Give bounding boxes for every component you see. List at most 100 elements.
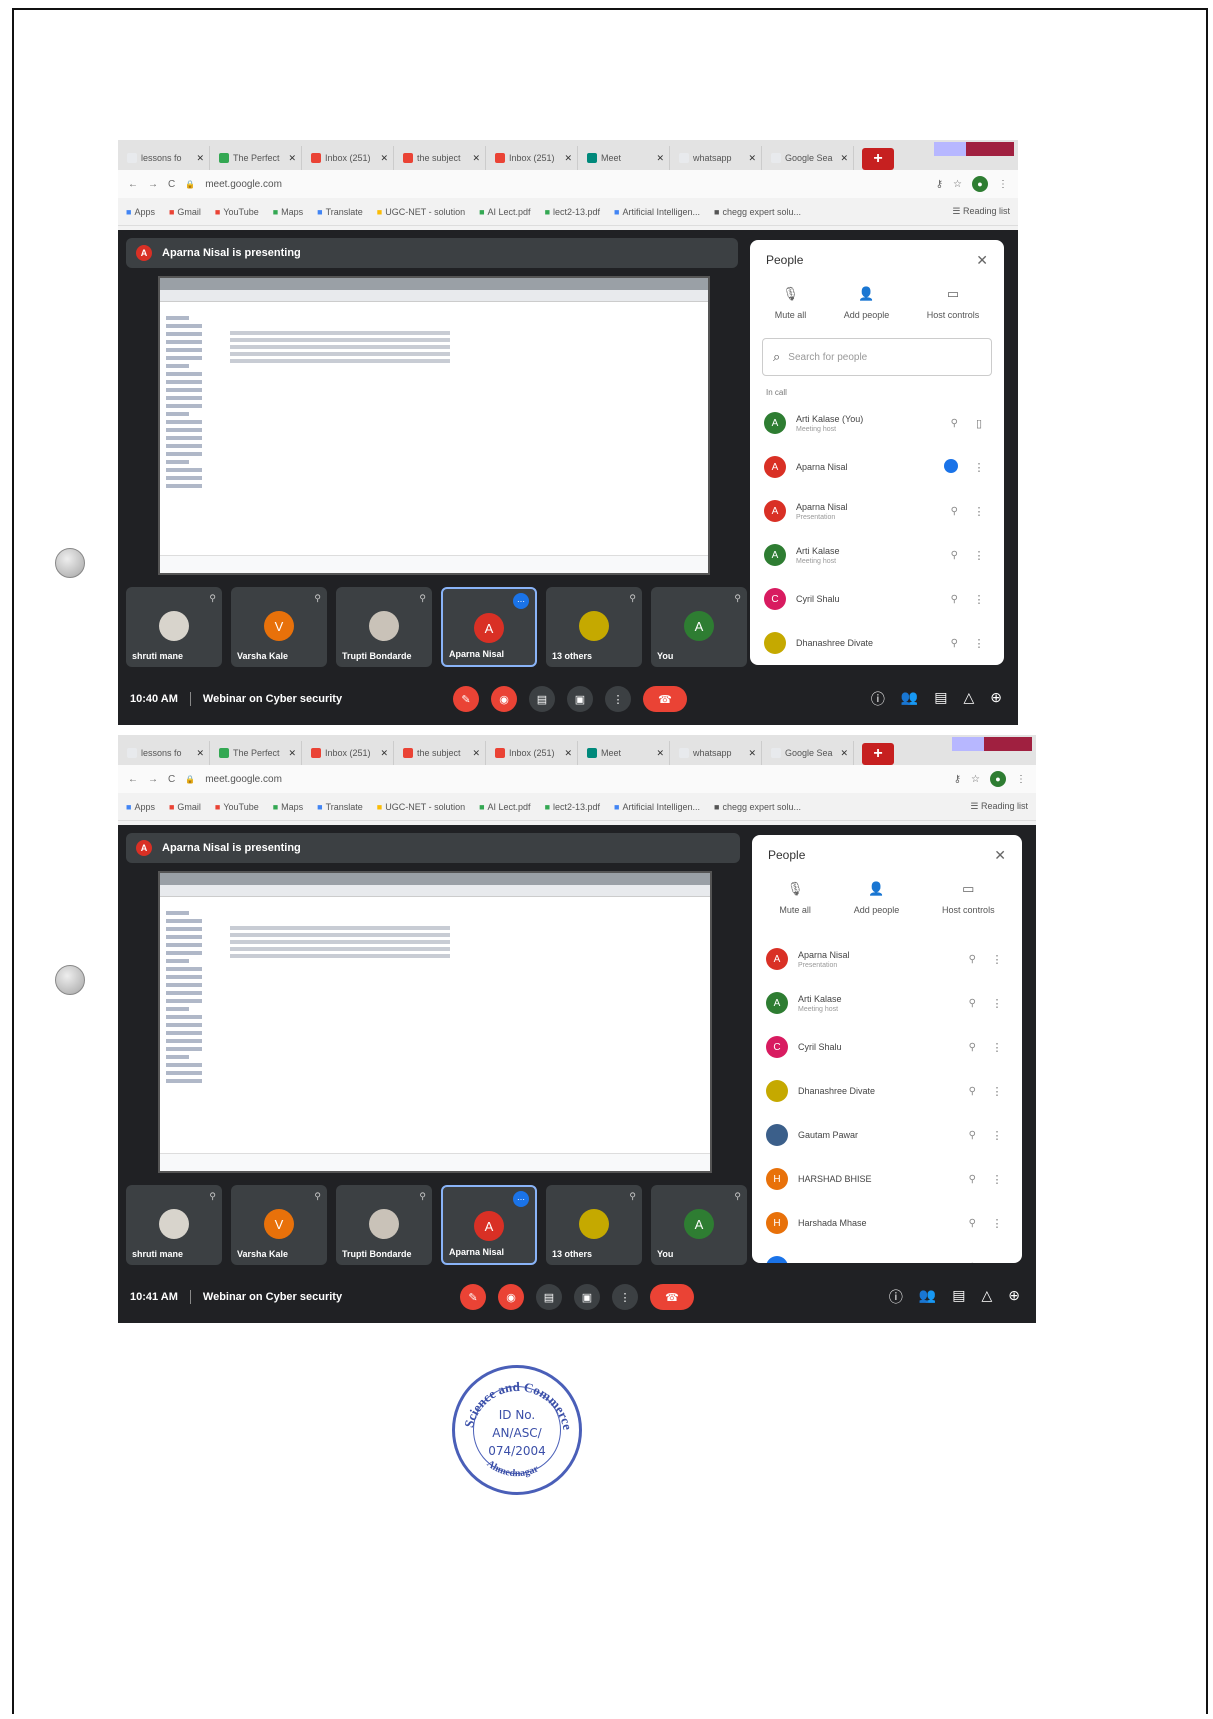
present-button[interactable]: ▣ — [567, 686, 593, 712]
window-controls[interactable] — [934, 142, 1014, 156]
more-options-button[interactable]: ⋮ — [605, 686, 631, 712]
tab-close-icon[interactable]: ✕ — [472, 153, 480, 164]
new-tab-button[interactable]: + — [862, 148, 894, 170]
more-options-icon[interactable]: ⋮ — [968, 593, 990, 606]
mic-off-button[interactable]: ✎ — [460, 1284, 486, 1310]
browser-tab[interactable]: Inbox (251) ✕ — [490, 146, 578, 170]
tab-close-icon[interactable]: ✕ — [840, 748, 848, 759]
bookmark-item[interactable]: ■ Apps — [126, 802, 155, 812]
more-options-icon[interactable]: ⋮ — [986, 1173, 1008, 1186]
participant-tile[interactable]: V Varsha Kale ⚲ — [231, 1185, 327, 1265]
tab-close-icon[interactable]: ✕ — [196, 748, 204, 759]
tab-close-icon[interactable]: ✕ — [748, 748, 756, 759]
tab-close-icon[interactable]: ✕ — [288, 748, 296, 759]
mute-participant-icon[interactable]: ⚲ — [951, 506, 958, 517]
leave-call-button[interactable]: ☎ — [643, 686, 687, 712]
mute-participant-icon[interactable]: ⚲ — [951, 550, 958, 561]
participant-tile[interactable]: Trupti Bondarde ⚲ — [336, 1185, 432, 1265]
mute-participant-icon[interactable]: ⚲ — [969, 998, 976, 1009]
reload-icon[interactable]: C — [168, 774, 175, 785]
bookmark-item[interactable]: ■ chegg expert solu... — [714, 802, 801, 812]
more-options-icon[interactable]: ⋮ — [986, 1217, 1008, 1230]
host-controls-icon[interactable]: ⊕ — [1008, 1287, 1020, 1307]
bookmark-item[interactable]: ■ YouTube — [215, 207, 259, 217]
more-options-icon[interactable]: ⋮ — [986, 953, 1008, 966]
tab-close-icon[interactable]: ✕ — [564, 748, 572, 759]
bookmark-item[interactable]: ■ Translate — [317, 802, 363, 812]
participant-row[interactable]: A Arti Kalase Meeting host ⚲ ⋮ — [750, 533, 1004, 577]
forward-icon[interactable]: → — [148, 179, 158, 190]
mute-participant-icon[interactable]: ⚲ — [969, 1086, 976, 1097]
leave-call-button[interactable]: ☎ — [650, 1284, 694, 1310]
participant-row[interactable]: Dhanashree Divate ⚲ ⋮ — [750, 621, 1004, 665]
activities-icon[interactable]: △ — [963, 689, 974, 709]
people-icon[interactable]: 👥 — [901, 689, 918, 709]
more-options-icon[interactable]: ⋮ — [986, 997, 1008, 1010]
bookmark-item[interactable]: ■ Maps — [273, 802, 303, 812]
bookmark-item[interactable]: ■ YouTube — [215, 802, 259, 812]
key-icon[interactable]: ⚷ — [954, 774, 961, 785]
back-icon[interactable]: ← — [128, 774, 138, 785]
browser-tab[interactable]: Inbox (251) ✕ — [490, 741, 578, 765]
bookmark-item[interactable]: ■ Maps — [273, 207, 303, 217]
participant-tile[interactable]: A Aparna Nisal ⋯ — [441, 1185, 537, 1265]
reload-icon[interactable]: C — [168, 179, 175, 190]
participant-tile[interactable]: shruti mane ⚲ — [126, 1185, 222, 1265]
browser-tab[interactable]: lessons fo ✕ — [122, 741, 210, 765]
bookmark-item[interactable]: ■ UGC-NET - solution — [377, 207, 465, 217]
menu-icon[interactable]: ⋮ — [1016, 774, 1026, 785]
participant-row[interactable]: C Cyril Shalu ⚲ ⋮ — [750, 577, 1004, 621]
participant-row[interactable]: H Harshda Jadhav ⚲ ⋮ — [752, 1245, 1022, 1263]
more-options-icon[interactable]: ⋮ — [968, 549, 990, 562]
bookmark-item[interactable]: ■ lect2-13.pdf — [545, 207, 600, 217]
camera-off-button[interactable]: ◉ — [498, 1284, 524, 1310]
more-options-icon[interactable]: ⋮ — [986, 1085, 1008, 1098]
participant-tile[interactable]: A You ⚲ — [651, 587, 747, 667]
browser-tab[interactable]: Inbox (251) ✕ — [306, 146, 394, 170]
bookmark-item[interactable]: ■ Artificial Intelligen... — [614, 207, 700, 217]
people-action-button[interactable]: 👤 Add people — [844, 286, 890, 320]
close-icon[interactable]: ✕ — [976, 252, 988, 269]
tab-close-icon[interactable]: ✕ — [472, 748, 480, 759]
camera-off-button[interactable]: ◉ — [491, 686, 517, 712]
star-icon[interactable]: ☆ — [953, 179, 962, 190]
tab-close-icon[interactable]: ✕ — [564, 153, 572, 164]
url-field[interactable]: meet.google.com — [205, 769, 944, 789]
host-controls-icon[interactable]: ⊕ — [990, 689, 1002, 709]
browser-tab[interactable]: the subject ✕ — [398, 146, 486, 170]
tab-close-icon[interactable]: ✕ — [748, 153, 756, 164]
participant-row[interactable]: A Arti Kalase Meeting host ⚲ ⋮ — [752, 981, 1022, 1025]
participant-tile[interactable]: 13 others ⚲ — [546, 587, 642, 667]
mute-participant-icon[interactable]: ⚲ — [969, 1218, 976, 1229]
close-icon[interactable]: ✕ — [994, 847, 1006, 864]
people-action-button[interactable]: 🎙 Mute all — [779, 881, 811, 915]
participant-row[interactable]: H HARSHAD BHISE ⚲ ⋮ — [752, 1157, 1022, 1201]
participant-row[interactable]: C Cyril Shalu ⚲ ⋮ — [752, 1025, 1022, 1069]
participant-row[interactable]: Gautam Pawar ⚲ ⋮ — [752, 1113, 1022, 1157]
participant-row[interactable]: H Harshada Mhase ⚲ ⋮ — [752, 1201, 1022, 1245]
profile-avatar[interactable]: ● — [990, 771, 1006, 787]
mute-participant-icon[interactable]: ⚲ — [951, 638, 958, 649]
participant-tile[interactable]: Trupti Bondarde ⚲ — [336, 587, 432, 667]
tab-close-icon[interactable]: ✕ — [656, 153, 664, 164]
captions-button[interactable]: ▤ — [536, 1284, 562, 1310]
browser-tab[interactable]: lessons fo ✕ — [122, 146, 210, 170]
bookmark-item[interactable]: ■ AI Lect.pdf — [479, 207, 530, 217]
bookmark-item[interactable]: ■ lect2-13.pdf — [545, 802, 600, 812]
more-options-icon[interactable]: ⋮ — [968, 461, 990, 474]
mute-participant-icon[interactable]: ⚲ — [969, 1130, 976, 1141]
bookmark-item[interactable]: ■ Translate — [317, 207, 363, 217]
more-options-icon[interactable]: ⋮ — [986, 1041, 1008, 1054]
activities-icon[interactable]: △ — [981, 1287, 992, 1307]
reading-list[interactable]: ☰ Reading list — [970, 801, 1028, 812]
menu-icon[interactable]: ⋮ — [998, 179, 1008, 190]
chat-icon[interactable]: ▤ — [952, 1287, 965, 1307]
participant-tile[interactable]: A You ⚲ — [651, 1185, 747, 1265]
participant-row[interactable]: A Aparna Nisal ⋮ — [750, 445, 1004, 489]
browser-tab[interactable]: Google Sea ✕ — [766, 741, 854, 765]
tab-close-icon[interactable]: ✕ — [288, 153, 296, 164]
browser-tab[interactable]: Google Sea ✕ — [766, 146, 854, 170]
browser-tab[interactable]: Meet ✕ — [582, 741, 670, 765]
more-options-icon[interactable]: ⋮ — [968, 637, 990, 650]
people-action-button[interactable]: ▭ Host controls — [942, 881, 995, 915]
